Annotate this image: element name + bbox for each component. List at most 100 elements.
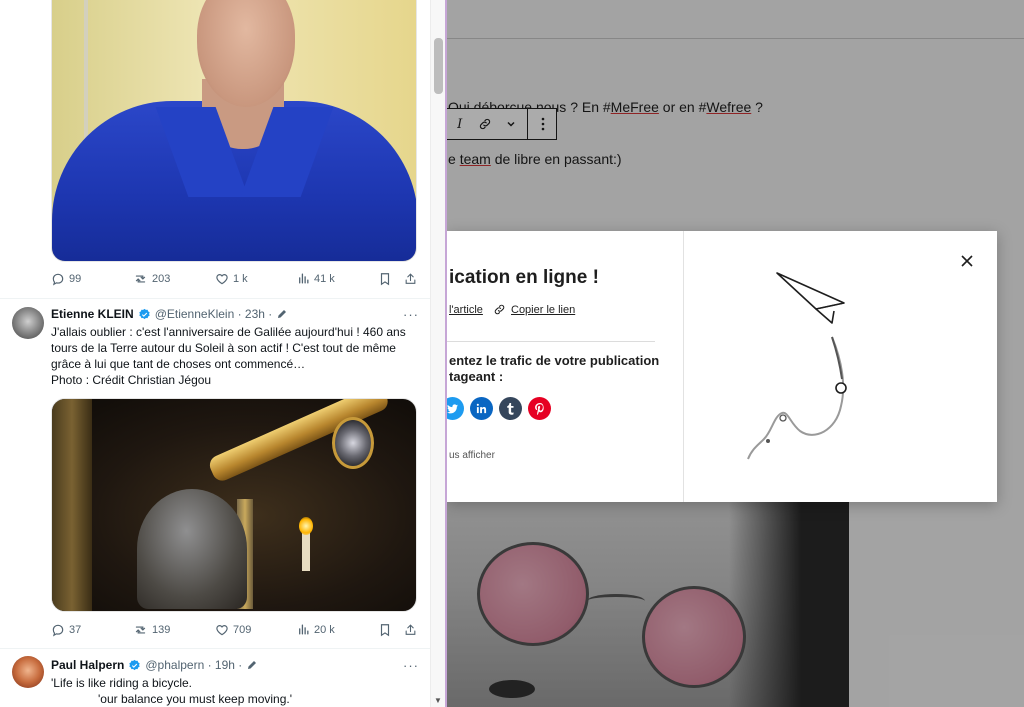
tweet-actions: 37 139 709 20 k <box>51 623 421 641</box>
chevron-down-icon[interactable] <box>498 109 524 139</box>
post-image[interactable] <box>447 502 849 707</box>
share-prompt: entez le trafic de votre publication tag… <box>449 353 660 384</box>
linkedin-share-icon[interactable] <box>470 397 493 420</box>
scrollbar-thumb[interactable] <box>434 38 443 94</box>
link-icon <box>494 304 505 315</box>
hashtag-wefree: Wefree <box>706 99 752 115</box>
bookmark-icon <box>380 624 390 637</box>
modal-divider <box>447 341 655 342</box>
paragraph-text: or en # <box>658 99 707 115</box>
retweet-icon <box>135 626 146 634</box>
tweet-actions: 99 203 1 k 41 k <box>51 272 421 290</box>
image-detail <box>299 517 313 535</box>
tweet-image[interactable] <box>51 0 417 262</box>
retweet-count: 139 <box>152 624 171 636</box>
reply-icon <box>52 273 64 286</box>
share-icon <box>405 624 416 635</box>
tweet-photo-credit: Photo : Crédit Christian Jégou <box>51 373 212 387</box>
verified-badge-icon <box>139 308 150 319</box>
view-count: 20 k <box>314 623 335 636</box>
bookmark-icon <box>380 273 390 286</box>
tweet-text: J'allais oublier : c'est l'anniversaire … <box>51 325 406 371</box>
verified-badge-icon <box>129 659 141 670</box>
modal-title: ication en ligne ! <box>449 267 599 288</box>
author-name[interactable]: Paul Halpern <box>51 658 124 672</box>
block-toolbar: I <box>446 108 557 140</box>
retweet-icon <box>135 275 146 283</box>
like-count: 709 <box>233 624 252 636</box>
editor-paragraph-2[interactable]: e team de libre en passant:) <box>448 151 622 167</box>
author-handle[interactable]: @EtienneKlein · 23h · <box>155 307 273 321</box>
edit-icon <box>278 310 287 318</box>
heart-icon <box>216 274 228 285</box>
tweet-text: 'Life is like riding a bicycle. <box>51 676 193 690</box>
reply-button[interactable]: 37 <box>51 623 81 637</box>
tweet-image[interactable] <box>51 398 417 612</box>
author-handle[interactable]: @phalpern · 19h · <box>145 658 242 672</box>
more-options-icon[interactable]: ··· <box>403 307 419 322</box>
paragraph-text: e <box>448 151 460 167</box>
view-article-link[interactable]: l'article <box>449 304 483 316</box>
tweet-header: Paul Halpern @phalpern · 19h · <box>51 657 258 673</box>
publish-success-modal: ication en ligne ! l'article Copier le l… <box>447 231 997 502</box>
reply-count: 37 <box>69 624 82 636</box>
bookmark-button[interactable] <box>379 272 391 286</box>
toolbar-separator <box>526 109 528 139</box>
retweet-button[interactable]: 139 <box>133 623 170 637</box>
tweet-header: Etienne KLEIN @EtienneKlein · 23h · <box>51 306 288 322</box>
more-vertical-icon[interactable] <box>530 109 556 139</box>
paragraph-text: de libre en passant:) <box>490 151 622 167</box>
scrollbar[interactable]: ▼ <box>430 0 445 707</box>
share-icon <box>405 273 416 284</box>
paper-plane-illustration <box>747 272 847 460</box>
copy-link-label: Copier le lien <box>511 303 576 316</box>
edit-icon <box>248 661 257 669</box>
copy-link-button[interactable]: Copier le lien <box>493 303 575 316</box>
views-button[interactable]: 41 k <box>297 272 335 285</box>
italic-button[interactable]: I <box>447 109 473 139</box>
reply-button[interactable]: 99 <box>51 272 81 286</box>
close-icon <box>961 255 973 267</box>
modal-illustration-panel <box>684 231 997 502</box>
hide-option-link[interactable]: us afficher <box>449 450 495 461</box>
reply-count: 99 <box>69 273 82 285</box>
bookmark-button[interactable] <box>379 623 391 637</box>
share-button[interactable] <box>404 272 417 286</box>
like-button[interactable]: 709 <box>215 623 251 637</box>
tweet-text: 'our balance you must keep moving.' <box>98 692 293 706</box>
avatar[interactable] <box>12 307 44 339</box>
retweet-button[interactable]: 203 <box>133 272 170 286</box>
link-icon[interactable] <box>473 109 499 139</box>
scroll-down-arrow-icon[interactable]: ▼ <box>434 696 442 705</box>
image-detail <box>477 542 589 646</box>
analytics-icon <box>299 273 309 284</box>
modal-content: ication en ligne ! l'article Copier le l… <box>447 231 684 502</box>
more-options-icon[interactable]: ··· <box>403 658 419 673</box>
author-name[interactable]: Etienne KLEIN <box>51 307 134 321</box>
image-detail <box>332 417 374 469</box>
social-share-buttons <box>447 397 551 420</box>
image-detail <box>642 586 746 688</box>
tumblr-share-icon[interactable] <box>499 397 522 420</box>
reply-icon <box>52 624 64 637</box>
image-detail <box>137 489 247 609</box>
editor-header-divider <box>447 38 1024 39</box>
views-button[interactable]: 20 k <box>297 623 335 636</box>
hashtag-mefree: MeFree <box>610 99 659 115</box>
underlined-word: team <box>459 151 491 167</box>
close-modal-button[interactable] <box>957 251 977 271</box>
like-button[interactable]: 1 k <box>215 272 248 286</box>
avatar[interactable] <box>12 656 44 688</box>
twitter-timeline-panel[interactable]: 99 203 1 k 41 k Etienne KLEIN @EtienneKl… <box>0 0 447 707</box>
twitter-share-icon[interactable] <box>447 397 464 420</box>
image-detail <box>52 399 92 611</box>
analytics-icon <box>299 624 309 635</box>
image-detail <box>729 502 849 707</box>
paragraph-text: ? <box>751 99 763 115</box>
pinterest-share-icon[interactable] <box>528 397 551 420</box>
image-detail <box>587 594 645 608</box>
image-detail <box>489 680 535 698</box>
share-button[interactable] <box>404 623 417 637</box>
tweet-divider <box>0 298 430 299</box>
tweet-divider <box>0 648 430 649</box>
